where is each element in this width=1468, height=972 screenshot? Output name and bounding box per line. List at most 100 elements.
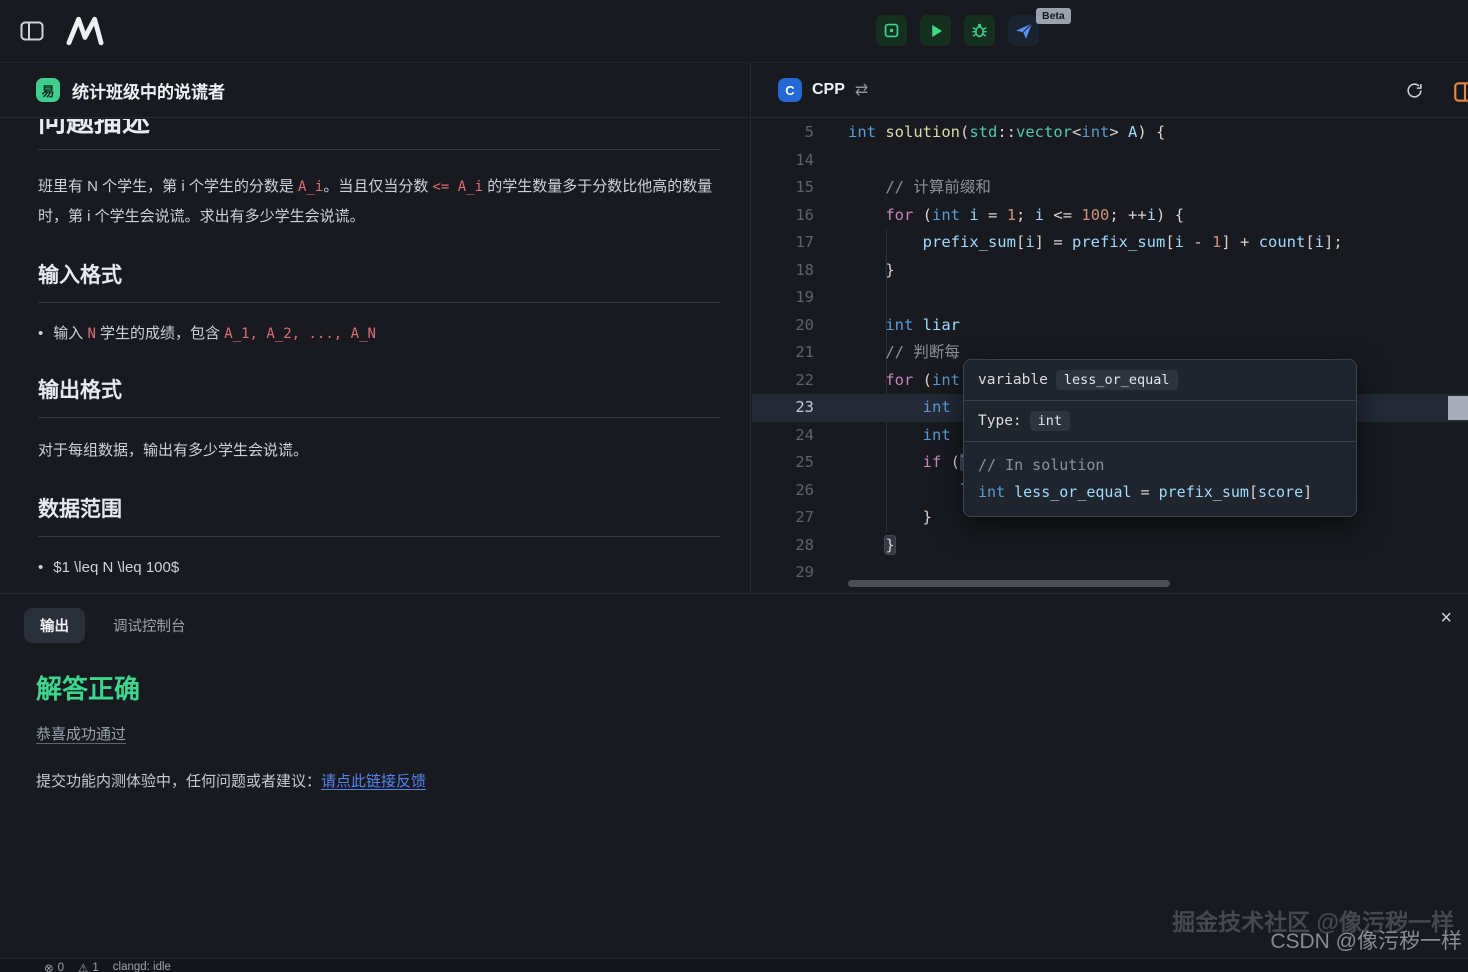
line-number[interactable]: 24 <box>752 422 814 450</box>
line-number[interactable]: 23 <box>752 394 814 422</box>
problems-warnings[interactable]: ⚠ 1 <box>78 961 99 972</box>
tooltip-kind-label: variable <box>978 372 1048 388</box>
code-line-content[interactable]: // 计算前缀和 <box>814 174 991 202</box>
code-token: < <box>1072 123 1082 141</box>
code-editor[interactable]: 5 int solution(std::vector<int> A) {14 15 … <box>752 119 1468 593</box>
problem-body: 问题描述 班里有 N 个学生，第 i 个学生的分数是 A_i。当且仅当分数 <=… <box>0 119 750 593</box>
code-line-content[interactable]: int <box>814 394 951 422</box>
code-line-content[interactable]: prefix_sum[i] = prefix_sum[i - 1] + coun… <box>814 229 1343 257</box>
code-line-content[interactable]: for (int <box>814 367 960 395</box>
layout-split-button[interactable] <box>1452 79 1468 110</box>
code-line-17[interactable]: 17 prefix_sum[i] = prefix_sum[i - 1] + c… <box>752 229 1468 257</box>
section-divider <box>38 536 720 537</box>
line-number[interactable]: 27 <box>752 504 814 532</box>
section-divider <box>38 417 720 418</box>
close-panel-icon[interactable]: × <box>1440 608 1452 628</box>
line-number[interactable]: 17 <box>752 229 814 257</box>
code-token: int <box>922 425 951 444</box>
code-line-content[interactable]: int liar <box>814 312 960 340</box>
input-format-text: 输入 N 学生的成绩，包含 A_1, A_2, ..., A_N <box>53 325 376 342</box>
feedback-row: 提交功能内测体验中，任何问题或者建议：请点此链接反馈 <box>36 770 1468 791</box>
code-line-14[interactable]: 14 <box>752 147 1468 175</box>
code-token: int <box>885 315 914 334</box>
code-token: // 判断每 <box>885 343 960 361</box>
line-number[interactable]: 21 <box>752 339 814 367</box>
code-token: } <box>848 508 932 526</box>
line-number[interactable]: 5 <box>752 119 814 147</box>
code-token: :: <box>997 123 1017 141</box>
line-number[interactable]: 19 <box>752 284 814 312</box>
range-item: • $1 \leq N \leq 100$ <box>38 555 720 581</box>
code-token: [ <box>1015 233 1026 251</box>
code-token: > <box>1109 123 1129 141</box>
line-number[interactable]: 25 <box>752 449 814 477</box>
tooltip-kind-row: variable less_or_equal <box>964 360 1356 400</box>
horizontal-scrollbar-thumb[interactable] <box>848 580 1170 587</box>
code-line-content[interactable]: } <box>814 532 896 560</box>
code-line-5[interactable]: 5 int solution(std::vector<int> A) { <box>752 119 1468 147</box>
code-line-content[interactable] <box>814 147 848 175</box>
line-number[interactable]: 16 <box>752 202 814 230</box>
debug-button[interactable] <box>964 15 995 46</box>
code-line-16[interactable]: 16 for (int i = 1; i <= 100; ++i) { <box>752 202 1468 230</box>
code-token: i <box>1146 205 1157 224</box>
marscode-logo[interactable] <box>62 16 108 46</box>
code-token: std <box>969 123 998 141</box>
code-line-28[interactable]: 28 } <box>752 532 1468 560</box>
feedback-link[interactable]: 请点此链接反馈 <box>321 773 426 790</box>
line-number[interactable]: 20 <box>752 312 814 340</box>
code-token: i <box>1025 233 1035 251</box>
line-number[interactable]: 28 <box>752 532 814 560</box>
reset-code-button[interactable] <box>1405 81 1424 105</box>
sidebar-toggle-button[interactable] <box>20 21 44 41</box>
code-line-content[interactable]: for (int i = 1; i <= 100; ++i) { <box>814 202 1184 230</box>
code-line-19[interactable]: 19 <box>752 284 1468 312</box>
line-number[interactable]: 22 <box>752 367 814 395</box>
tooltip-type-value: int <box>1029 411 1071 431</box>
line-number[interactable]: 14 <box>752 147 814 175</box>
error-count: 0 <box>57 962 65 972</box>
code-line-content[interactable]: } <box>814 504 932 532</box>
lsp-status[interactable]: clangd: idle <box>113 961 171 972</box>
problems-errors[interactable]: ⊗ 0 <box>44 961 64 972</box>
tab-output[interactable]: 输出 <box>24 608 85 643</box>
line-number[interactable]: 15 <box>752 174 814 202</box>
code-line-content[interactable] <box>814 284 848 312</box>
line-number[interactable]: 26 <box>752 477 814 505</box>
switch-language-icon[interactable]: ⇄ <box>855 80 868 100</box>
tooltip-code-block: // In solution int less_or_equal = prefi… <box>964 442 1356 516</box>
code-token: i <box>969 205 979 224</box>
code-token: if <box>922 453 942 471</box>
code-token: ( <box>941 453 960 471</box>
line-number[interactable]: 18 <box>752 257 814 285</box>
build-button[interactable] <box>876 15 907 46</box>
code-line-18[interactable]: 18 } <box>752 257 1468 285</box>
bullet-dot: • <box>38 559 44 576</box>
feedback-text: 提交功能内测体验中，任何问题或者建议： <box>36 773 322 790</box>
code-line-15[interactable]: 15 // 计算前缀和 <box>752 174 1468 202</box>
code-line-20[interactable]: 20 int liar <box>752 312 1468 340</box>
panel-layout-icon <box>20 21 44 41</box>
code-line-content[interactable] <box>814 559 848 587</box>
code-line-content[interactable]: int <box>814 422 951 450</box>
status-bar: ⊗ 0 ⚠ 1 clangd: idle <box>0 958 1468 972</box>
submit-button[interactable] <box>1008 15 1039 46</box>
tab-debug-console[interactable]: 调试控制台 <box>113 615 186 636</box>
code-line-content[interactable]: // 判断每 <box>814 339 960 367</box>
code-token: solution <box>885 123 960 141</box>
bullet-dot: • <box>38 325 44 342</box>
run-button[interactable] <box>920 15 951 46</box>
line-number[interactable]: 29 <box>752 559 814 587</box>
play-icon <box>931 24 942 37</box>
code-line-content[interactable]: } <box>814 257 894 285</box>
code-token: int <box>1081 123 1110 141</box>
code-line-content[interactable]: int solution(std::vector<int> A) { <box>814 119 1165 147</box>
cpp-language-icon: C <box>778 78 802 102</box>
section-heading-input: 输入格式 <box>38 264 122 287</box>
